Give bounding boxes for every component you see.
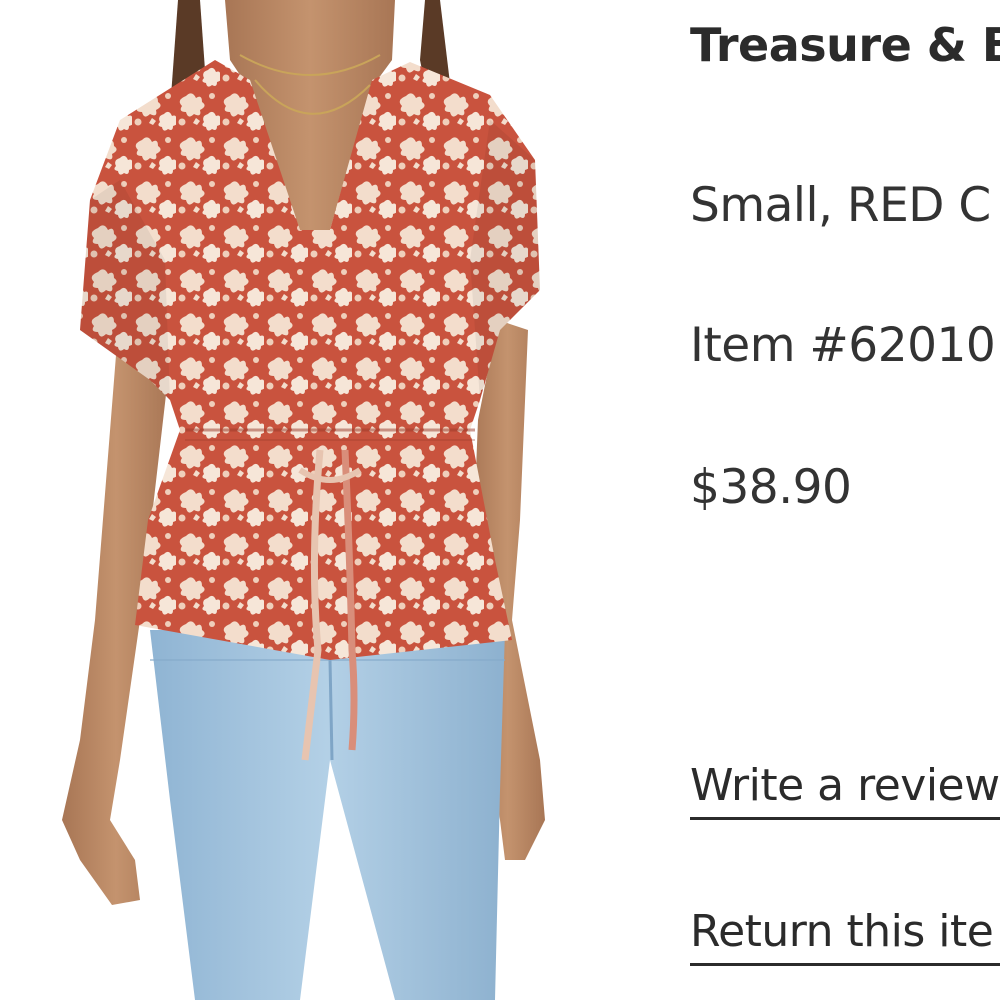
variant-label: Small, RED C: [690, 178, 991, 233]
price: $38.90: [690, 460, 852, 515]
product-image[interactable]: [0, 0, 620, 1000]
product-details: Treasure & B Small, RED C Item #62010 $3…: [690, 0, 1000, 1000]
order-item-card: Treasure & B Small, RED C Item #62010 $3…: [0, 0, 1000, 1000]
write-review-link[interactable]: Write a review: [690, 760, 1000, 820]
brand-name[interactable]: Treasure & B: [690, 18, 1000, 72]
product-photo-illustration: [62, 0, 545, 1000]
item-number: Item #62010: [690, 318, 996, 373]
return-item-link[interactable]: Return this ite: [690, 906, 1000, 966]
